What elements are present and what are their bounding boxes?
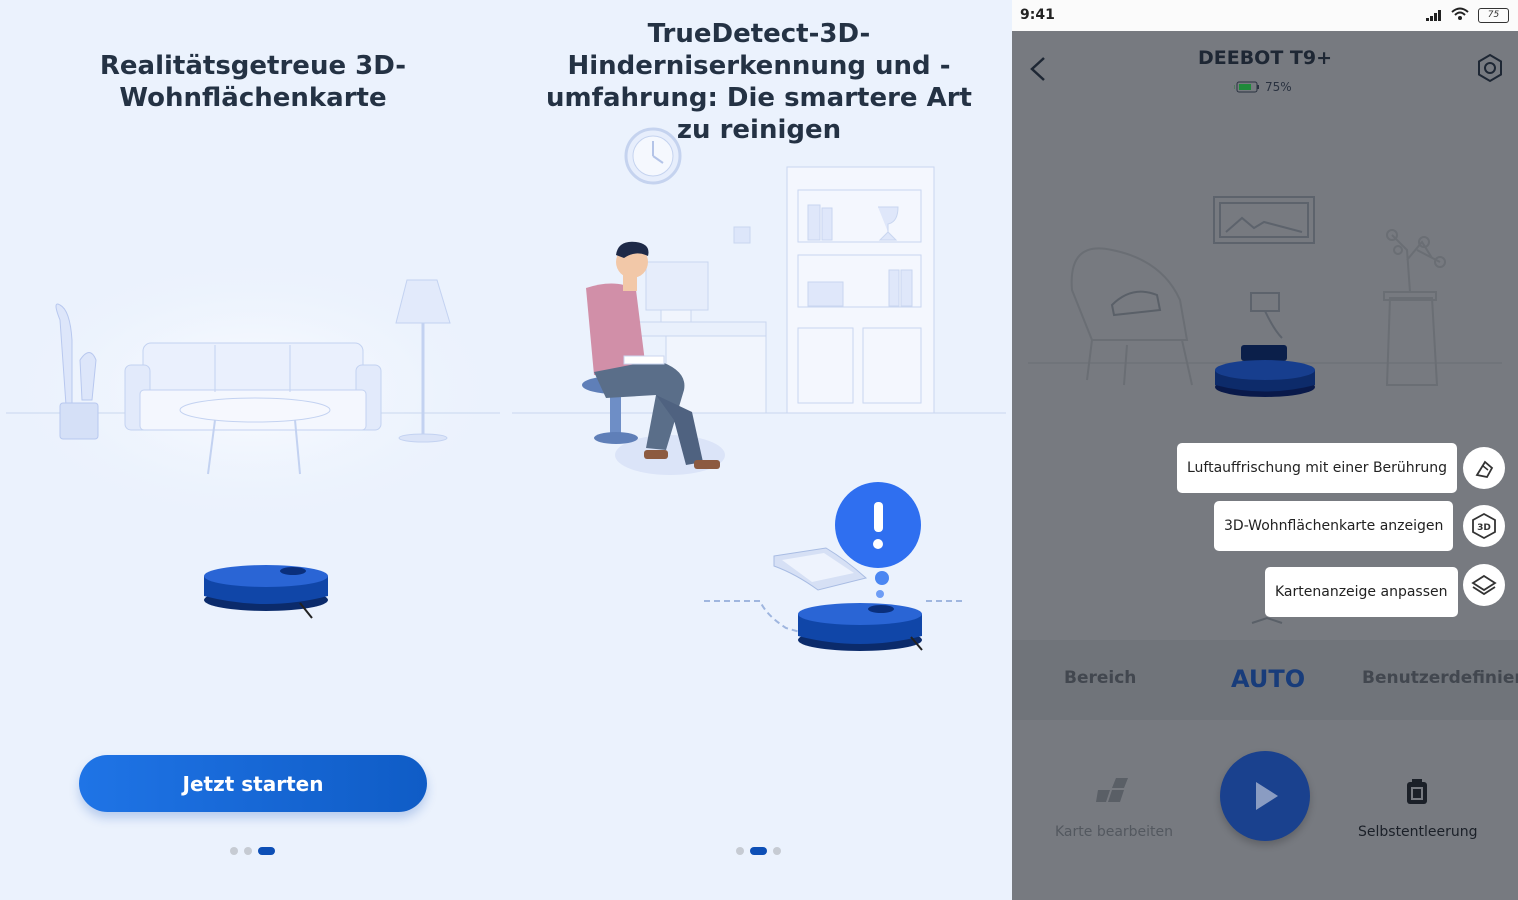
vase-plant-icon — [1383, 229, 1446, 386]
page-dot-active[interactable] — [750, 847, 767, 855]
page-dot-active[interactable] — [258, 847, 275, 855]
obstacle-detection-illustration — [512, 127, 1006, 651]
3d-map-icon[interactable]: 3D — [1463, 505, 1505, 547]
device-battery: 75% — [1234, 80, 1292, 94]
play-button[interactable] — [1220, 751, 1310, 841]
page-dot[interactable] — [773, 847, 781, 855]
battery-icon — [1234, 81, 1259, 93]
start-now-button[interactable]: Jetzt starten — [79, 755, 427, 812]
status-time: 9:41 — [1020, 7, 1055, 23]
status-battery-icon: 75 — [1478, 8, 1509, 23]
panel-truedetect-intro: TrueDetect-3D-Hinderniserkennung und -um… — [506, 0, 1012, 900]
menu-item-label[interactable]: Luftauffrischung mit einer Berührung — [1177, 443, 1458, 493]
page-indicator — [736, 847, 781, 855]
menu-item-map-view[interactable]: Kartenanzeige anpassen — [1265, 567, 1458, 617]
robot-vacuum-icon — [1215, 345, 1315, 397]
robot-vacuum-icon — [798, 603, 923, 651]
page-dot[interactable] — [736, 847, 744, 855]
cleaning-mode-tabs: Bereich AUTO Benutzerdefiniert — [1012, 640, 1518, 720]
self-empty-icon[interactable] — [1405, 778, 1429, 806]
menu-item-3d-map[interactable]: 3D-Wohnflächenkarte anzeigen — [1214, 501, 1454, 551]
tab-area[interactable]: Bereich — [1064, 668, 1136, 688]
status-bar: 9:41 75 — [1012, 0, 1518, 31]
page-dot[interactable] — [244, 847, 252, 855]
layers-icon[interactable] — [1463, 564, 1505, 606]
armchair-icon — [1070, 247, 1193, 386]
panel-3d-map-intro: Realitätsgetreue 3D-Wohnflächenkarte Jet… — [0, 0, 506, 900]
menu-item-air-freshen[interactable]: Luftauffrischung mit einer Berührung — [1177, 443, 1458, 493]
device-battery-percent: 75% — [1265, 80, 1292, 94]
docking-station-icon — [1250, 292, 1283, 339]
play-icon — [1256, 782, 1278, 810]
edit-map-label[interactable]: Karte bearbeiten — [1055, 824, 1173, 840]
menu-item-label[interactable]: Kartenanzeige anpassen — [1265, 567, 1458, 617]
robot-vacuum-icon — [204, 565, 328, 619]
picture-frame-icon — [1213, 196, 1315, 244]
bookshelf-icon — [786, 166, 935, 414]
clock-icon — [624, 127, 682, 185]
signal-icon — [1426, 10, 1441, 21]
room-map-illustration — [1028, 196, 1502, 624]
air-freshener-icon[interactable] — [1463, 447, 1505, 489]
tab-auto[interactable]: AUTO — [1231, 665, 1305, 693]
menu-item-label[interactable]: 3D-Wohnflächenkarte anzeigen — [1214, 501, 1454, 551]
tab-custom[interactable]: Benutzerdefiniert — [1362, 668, 1518, 688]
edit-map-icon[interactable] — [1096, 776, 1130, 804]
device-name: DEEBOT T9+ — [1197, 47, 1333, 69]
svg-text:3D: 3D — [1477, 523, 1491, 533]
self-empty-label[interactable]: Selbstentleerung — [1358, 824, 1478, 840]
page-indicator — [230, 847, 275, 855]
settings-icon[interactable] — [1474, 52, 1506, 84]
phone-robot-control-screen: 9:41 75 DEEBOT T9+ 75% Luftauffrischung … — [1012, 0, 1518, 900]
page-dot[interactable] — [230, 847, 238, 855]
wifi-icon — [1451, 7, 1469, 20]
living-room-illustration — [0, 250, 506, 619]
bottom-controls: Karte bearbeiten Selbstentleerung — [1012, 720, 1518, 900]
